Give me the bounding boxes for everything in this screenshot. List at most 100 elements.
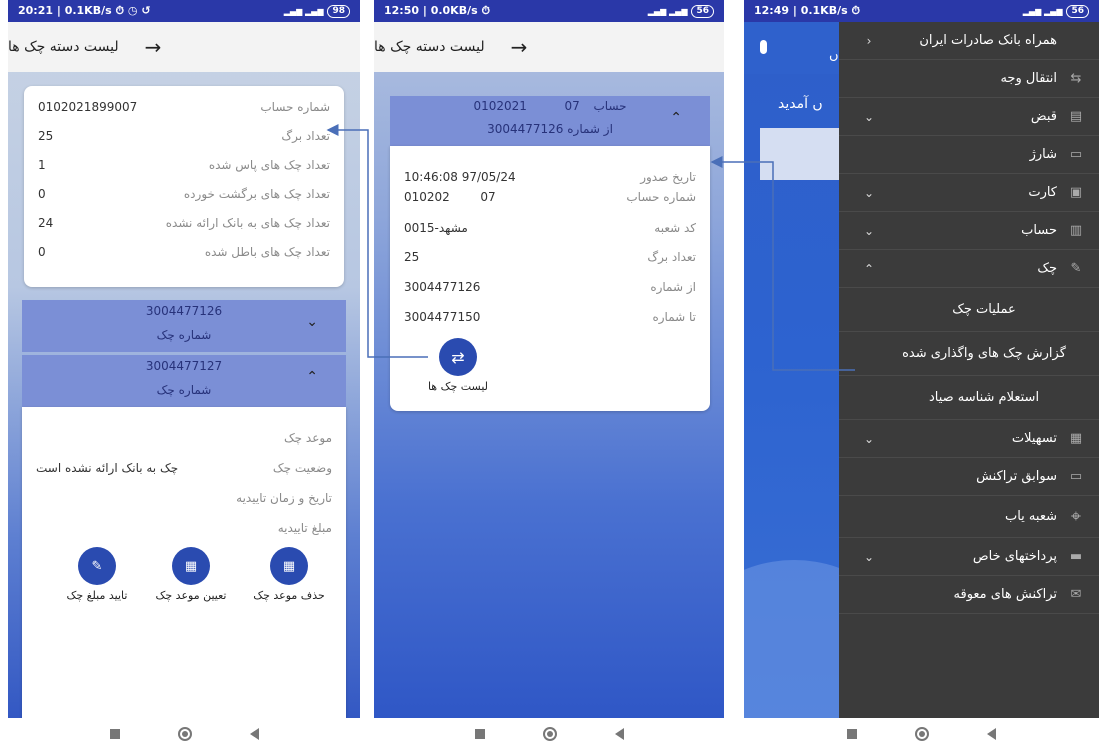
menu-item-facilities[interactable]: ▦ تسهیلات ⌄ xyxy=(839,420,1099,458)
location-pin-icon: ⌖ xyxy=(1070,506,1082,527)
cheque-accordion-expanded[interactable]: 3004477127 شماره چک ⌃ xyxy=(22,355,346,407)
action-label: حذف موعد چک xyxy=(253,589,325,602)
status-time: 12:49 | 0.1KB/s ⏱ xyxy=(754,4,861,17)
page-title: لیست دسته چک ها xyxy=(374,39,485,55)
status-time: 12:50 | 0.0KB/s ⏱ xyxy=(384,4,491,17)
info-row: تعداد برگ 25 xyxy=(38,129,330,143)
info-row: شماره حساب 010202 07 xyxy=(404,190,696,204)
phone-main-menu: 12:49 | 0.1KB/s ⏱ ▂▄▆ ▂▄▆ 56 ں ں آمدید هم… xyxy=(744,0,1099,749)
app-bar: → لیست دسته چک ها xyxy=(8,22,360,72)
recents-icon[interactable] xyxy=(847,728,857,739)
menu-item-cheque[interactable]: ✎ چک ⌃ xyxy=(839,250,1099,288)
app-bar: → لیست دسته چک ها xyxy=(374,22,724,72)
back-arrow-icon[interactable]: → xyxy=(511,35,528,59)
back-icon[interactable] xyxy=(614,727,624,740)
signal-icon: ▂▄▆ ▂▄▆ xyxy=(647,6,688,16)
chequebook-detail-card: تاریخ صدور 10:46:08 97/05/24 شماره حساب 01… xyxy=(390,146,710,411)
info-row: تا شماره 3004477150 xyxy=(404,310,696,324)
phone-cheque-list: 20:21 | 0.1KB/s ⏱ ◷ ↺ ▂▄▆ ▂▄▆ 98 → لیست د… xyxy=(8,0,360,749)
back-icon[interactable] xyxy=(249,727,259,740)
detail-row: وضعیت چک چک به بانک ارائه نشده است xyxy=(36,461,332,475)
status-bar: 12:50 | 0.0KB/s ⏱ ▂▄▆ ▂▄▆ 56 xyxy=(374,0,724,22)
bill-icon: ▤ xyxy=(1069,109,1083,124)
sim-icon: ▭ xyxy=(1069,147,1083,162)
chevron-down-icon: ⌄ xyxy=(863,549,875,564)
transfer-icon: ⇆ xyxy=(1070,71,1082,86)
cheque-list-action[interactable]: ⇄ لیست چک ها xyxy=(418,338,498,393)
home-icon[interactable] xyxy=(542,726,557,741)
battery-icon: 98 xyxy=(327,4,350,18)
background-card xyxy=(760,128,840,180)
battery-icon: 56 xyxy=(1066,4,1089,18)
account-icon: ▥ xyxy=(1069,223,1083,238)
confirm-amount-action[interactable]: ✎ تایید مبلغ چک xyxy=(52,547,142,602)
info-row: از شماره 3004477126 xyxy=(404,280,696,294)
signal-icon: ▂▄▆ ▂▄▆ xyxy=(1022,6,1063,16)
facilities-icon: ▦ xyxy=(1069,431,1083,446)
menu-item-branch-finder[interactable]: ⌖ شعبه یاب xyxy=(839,496,1099,538)
cheque-icon: ✎ xyxy=(1070,261,1082,276)
card-icon: ▣ xyxy=(1069,185,1083,200)
menu-item-assigned-cheques-report[interactable]: گزارش چک های واگذاری شده xyxy=(839,332,1099,376)
home-icon[interactable] xyxy=(177,726,192,741)
recents-icon[interactable] xyxy=(109,728,120,739)
welcome-text: ں آمدید xyxy=(778,96,823,112)
menu-item-special-payments[interactable]: ▬ پرداختهای خاص ⌄ xyxy=(839,538,1099,576)
menu-item-sayad-inquiry[interactable]: استعلام شناسه صیاد xyxy=(839,376,1099,420)
history-icon: ▭ xyxy=(1069,469,1083,484)
home-icon[interactable] xyxy=(915,726,929,741)
set-due-date-action[interactable]: ▦ تعیین موعد چک xyxy=(146,547,236,602)
android-nav-bar xyxy=(8,718,360,749)
info-row: تعداد چک های باطل شده 0 xyxy=(38,245,330,259)
chequebook-accordion-header[interactable]: حساب 07 0102021 از شماره 3004477126 ⌃ xyxy=(390,96,710,146)
menu-item-cheque-operations[interactable]: عملیات چک xyxy=(839,288,1099,332)
cheque-accordion-collapsed[interactable]: 3004477126 شماره چک ⌄ xyxy=(22,300,346,352)
menu-item-transfer[interactable]: ⇆ انتقال وجه xyxy=(839,60,1099,98)
menu-item-pending-transactions[interactable]: ✉ تراکنش های معوقه xyxy=(839,576,1099,614)
screen: 12:50 | 0.0KB/s ⏱ ▂▄▆ ▂▄▆ 56 → لیست دسته … xyxy=(374,0,724,718)
chevron-down-icon: ⌄ xyxy=(863,185,875,200)
info-row: تعداد چک های به بانک ارائه نشده 24 xyxy=(38,216,330,230)
cheque-edit-icon: ✎ xyxy=(78,547,116,585)
back-arrow-icon[interactable]: → xyxy=(145,35,162,59)
swap-arrows-icon: ⇄ xyxy=(439,338,477,376)
chevron-down-icon: ⌄ xyxy=(863,431,875,446)
navigation-drawer: همراه بانک صادرات ایران ‹ ⇆ انتقال وجه ▤… xyxy=(839,22,1099,718)
status-bar: 20:21 | 0.1KB/s ⏱ ◷ ↺ ▂▄▆ ▂▄▆ 98 xyxy=(8,0,360,22)
chevron-left-icon: ‹ xyxy=(866,33,872,48)
calendar-icon: ▦ xyxy=(172,547,210,585)
menu-item-charge[interactable]: ▭ شارژ xyxy=(839,136,1099,174)
detail-row: مبلغ تاییدیه xyxy=(277,521,332,535)
menu-item-card[interactable]: ▣ کارت ⌄ xyxy=(839,174,1099,212)
android-nav-bar xyxy=(374,718,724,749)
detail-row: تاریخ و زمان تاییدیه xyxy=(236,491,332,505)
page-title: لیست دسته چک ها xyxy=(8,39,119,55)
android-nav-bar xyxy=(744,718,1099,749)
screen: 12:49 | 0.1KB/s ⏱ ▂▄▆ ▂▄▆ 56 ں ں آمدید هم… xyxy=(744,0,1099,718)
info-row: شماره حساب 0102021899007 xyxy=(38,100,330,114)
menu-item-bill[interactable]: ▤ قبض ⌄ xyxy=(839,98,1099,136)
recents-icon[interactable] xyxy=(474,728,485,739)
chevron-up-icon: ⌃ xyxy=(670,110,682,126)
back-icon[interactable] xyxy=(987,727,996,740)
menu-item-account[interactable]: ▥ حساب ⌄ xyxy=(839,212,1099,250)
action-label: لیست چک ها xyxy=(427,380,489,393)
info-row: تعداد چک های برگشت خورده 0 xyxy=(38,187,330,201)
status-bar: 12:49 | 0.1KB/s ⏱ ▂▄▆ ▂▄▆ 56 xyxy=(744,0,1099,22)
chevron-down-icon: ⌄ xyxy=(863,223,875,238)
info-row: کد شعبه مشهد-0015 xyxy=(404,221,696,235)
action-label: تایید مبلغ چک xyxy=(66,589,128,602)
action-label: تعیین موعد چک xyxy=(155,589,227,602)
info-row: تعداد چک های پاس شده 1 xyxy=(38,158,330,172)
cheque-detail-panel: موعد چک وضعیت چک چک به بانک ارائه نشده اس… xyxy=(22,407,346,718)
detail-row: موعد چک xyxy=(283,431,332,445)
delete-due-date-action[interactable]: ▦ حذف موعد چک xyxy=(244,547,334,602)
battery-icon: 56 xyxy=(691,4,714,18)
screen: 20:21 | 0.1KB/s ⏱ ◷ ↺ ▂▄▆ ▂▄▆ 98 → لیست د… xyxy=(8,0,360,718)
phone-chequebook-detail: 12:50 | 0.0KB/s ⏱ ▂▄▆ ▂▄▆ 56 → لیست دسته … xyxy=(374,0,724,749)
info-row: تعداد برگ 25 xyxy=(404,250,696,264)
menu-item-transaction-history[interactable]: ▭ سوابق تراکنش xyxy=(839,458,1099,496)
chevron-up-icon: ⌃ xyxy=(863,261,875,276)
menu-item-header[interactable]: همراه بانک صادرات ایران ‹ xyxy=(839,22,1099,60)
mic-icon[interactable] xyxy=(760,40,767,54)
